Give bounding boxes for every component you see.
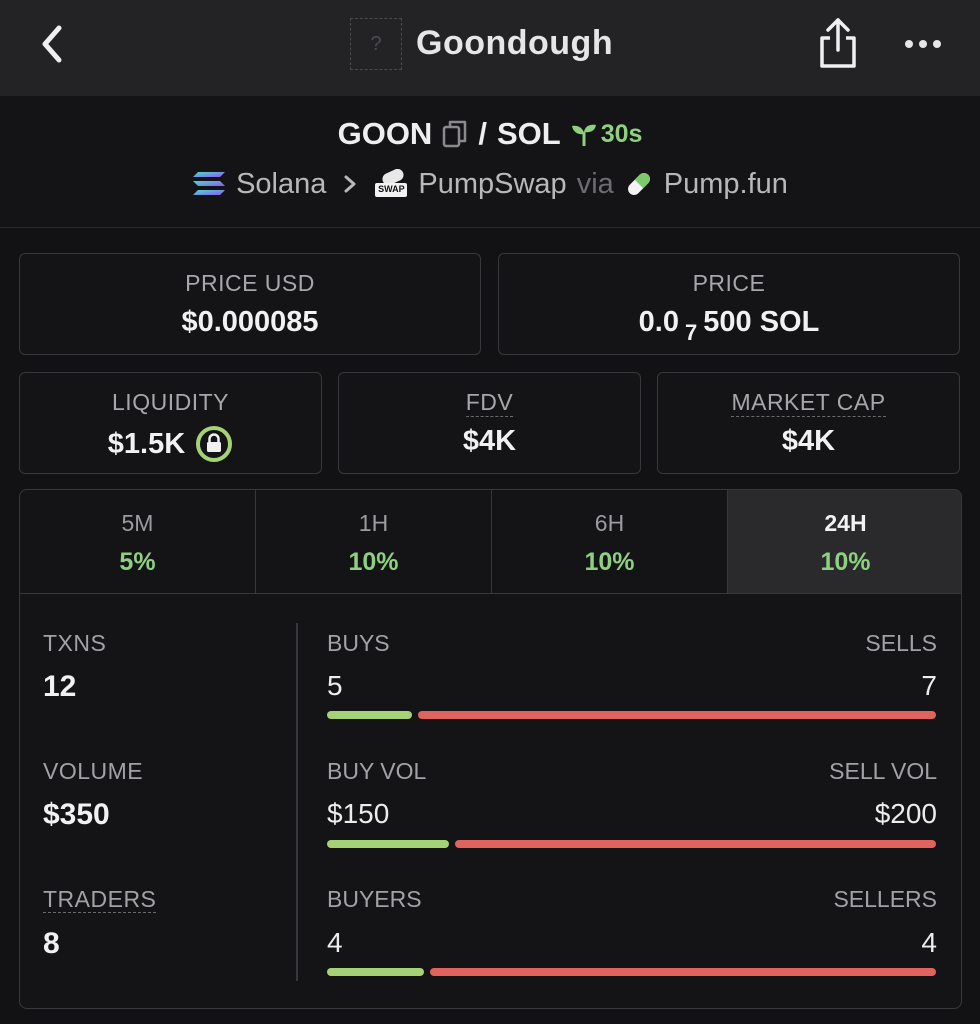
- solana-icon: [193, 172, 226, 195]
- sells-bar: [418, 711, 936, 719]
- tab-24h[interactable]: 24H 10%: [728, 490, 961, 593]
- page-title: Goondough: [416, 24, 614, 62]
- tab-5m[interactable]: 5M 5%: [20, 490, 256, 593]
- pill-icon: [627, 173, 650, 195]
- sell-vol-bar: [455, 840, 936, 848]
- price-usd-value: $0.000085: [181, 306, 319, 338]
- market-cap-value: $4K: [781, 425, 836, 457]
- change-5m: 5%: [119, 548, 156, 576]
- price-native-value: 0.0 7 500 SOL: [638, 306, 820, 345]
- sellers-label: SELLERS: [833, 886, 937, 912]
- pumpswap-icon: SWAP: [374, 168, 408, 199]
- pair-header: GOON / SOL 30s Solana SWAP PumpSwap via …: [0, 96, 980, 228]
- pair-separator: /: [478, 116, 487, 151]
- change-24h: 10%: [820, 548, 871, 576]
- share-button[interactable]: [812, 14, 864, 72]
- share-icon: [820, 18, 856, 68]
- liquidity-value-row: $1.5K: [20, 425, 321, 463]
- token-logo-placeholder: ?: [370, 32, 382, 55]
- chevron-left-icon: [42, 25, 62, 63]
- sells-label: SELLS: [865, 630, 937, 656]
- breadcrumb: Solana SWAP PumpSwap via Pump.fun: [0, 166, 980, 202]
- buy-vol-label: BUY VOL: [327, 758, 427, 784]
- sell-vol-label: SELL VOL: [829, 758, 937, 784]
- back-button[interactable]: [30, 20, 74, 68]
- lock-icon[interactable]: [195, 425, 233, 463]
- price-native-card: PRICE 0.0 7 500 SOL: [498, 253, 960, 355]
- buys-bar: [327, 711, 412, 719]
- top-bar: ? Goondough: [0, 0, 980, 96]
- price-usd-label: PRICE USD: [185, 270, 315, 296]
- buys-label: BUYS: [327, 630, 390, 656]
- stats-panel: 5M 5% 1H 10% 6H 10% 24H 10% TXNS 12 VOLU…: [19, 489, 962, 1009]
- buy-vol-value: $150: [327, 798, 390, 829]
- chevron-right-icon: [344, 175, 356, 193]
- quote-symbol: SOL: [496, 116, 561, 151]
- chain-link[interactable]: Solana: [236, 168, 326, 201]
- sellers-bar: [430, 968, 936, 976]
- liquidity-card: LIQUIDITY $1.5K: [19, 372, 322, 474]
- traders-label[interactable]: TRADERS: [43, 886, 157, 913]
- dex-link[interactable]: PumpSwap: [418, 168, 566, 201]
- launchpad-link[interactable]: Pump.fun: [664, 168, 788, 201]
- sellers-value: 4: [921, 927, 937, 958]
- tab-1h[interactable]: 1H 10%: [256, 490, 492, 593]
- liquidity-value: $1.5K: [107, 427, 186, 460]
- sell-vol-value: $200: [874, 798, 937, 829]
- buys-value: 5: [327, 670, 343, 701]
- change-6h: 10%: [584, 548, 635, 576]
- price-zero-count: 7: [685, 319, 698, 345]
- buyers-bar: [327, 968, 424, 976]
- price-label: PRICE: [692, 270, 766, 296]
- fdv-card[interactable]: FDV $4K: [338, 372, 641, 474]
- price-usd-card: PRICE USD $0.000085: [19, 253, 481, 355]
- base-symbol[interactable]: GOON: [338, 116, 433, 152]
- market-cap-card[interactable]: MARKET CAP $4K: [657, 372, 960, 474]
- buyers-value: 4: [327, 927, 343, 958]
- token-logo: ?: [350, 18, 402, 70]
- pair-line: GOON / SOL 30s: [0, 116, 980, 152]
- traders-value: 8: [43, 927, 60, 960]
- pair-age-badge: 30s: [571, 119, 643, 149]
- buyers-label: BUYERS: [327, 886, 422, 912]
- tab-6h[interactable]: 6H 10%: [492, 490, 728, 593]
- more-icon: [905, 40, 913, 48]
- sells-value: 7: [921, 670, 937, 701]
- volume-label: VOLUME: [43, 758, 144, 784]
- column-divider: [296, 623, 298, 981]
- copy-icon[interactable]: [442, 119, 468, 149]
- txns-value: 12: [43, 670, 77, 703]
- more-button[interactable]: [898, 24, 948, 64]
- fdv-value: $4K: [462, 425, 517, 457]
- timeframe-tabs: 5M 5% 1H 10% 6H 10% 24H 10%: [20, 490, 961, 594]
- sprout-icon: [571, 124, 596, 146]
- liquidity-label: LIQUIDITY: [112, 389, 229, 415]
- txns-label: TXNS: [43, 630, 107, 656]
- fdv-label: FDV: [465, 389, 514, 417]
- via-label: via: [576, 167, 614, 200]
- pair-age: 30s: [600, 119, 643, 148]
- change-1h: 10%: [348, 548, 399, 576]
- buy-vol-bar: [327, 840, 449, 848]
- volume-value: $350: [43, 798, 110, 831]
- market-cap-label: MARKET CAP: [731, 389, 886, 417]
